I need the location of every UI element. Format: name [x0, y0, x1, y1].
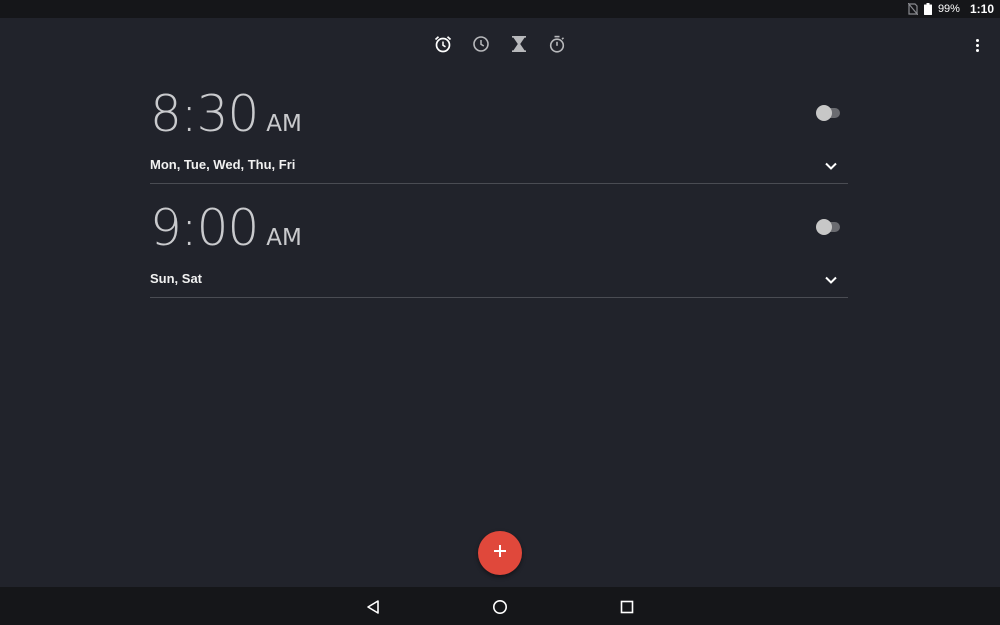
tab-bar — [0, 32, 1000, 58]
battery-percent: 99% — [937, 3, 960, 15]
alarm-time[interactable]: 9:00 AM — [150, 200, 302, 256]
timer-icon — [511, 35, 527, 53]
tab-timer[interactable] — [509, 32, 529, 56]
plus-icon — [493, 544, 507, 563]
status-bar: 99% 1:10 — [0, 0, 1000, 18]
alarm-ampm: AM — [266, 225, 302, 251]
alarm-days: Mon, Tue, Wed, Thu, Fri — [150, 157, 296, 172]
alarm-ampm: AM — [266, 111, 302, 137]
alarm-time[interactable]: 8:30 AM — [150, 86, 302, 142]
alarm-toggle[interactable] — [816, 219, 842, 235]
no-sim-icon — [907, 3, 918, 15]
alarm-icon — [434, 35, 452, 53]
alarm-item[interactable]: 8:30 AM Mon, Tue, Wed, Thu, Fri — [150, 70, 848, 184]
stopwatch-icon — [548, 35, 566, 53]
navigation-bar — [0, 587, 1000, 625]
home-icon[interactable] — [491, 598, 509, 616]
back-icon[interactable] — [364, 598, 382, 616]
alarm-toggle[interactable] — [816, 105, 842, 121]
tab-alarm[interactable] — [433, 32, 453, 56]
battery-icon — [923, 3, 932, 15]
tab-clock[interactable] — [471, 32, 491, 56]
clock-icon — [472, 35, 490, 53]
alarm-time-value: 9:00 — [150, 199, 259, 257]
alarm-item[interactable]: 9:00 AM Sun, Sat — [150, 184, 848, 298]
add-alarm-button[interactable] — [478, 531, 522, 575]
alarm-time-value: 8:30 — [150, 85, 259, 143]
tab-stopwatch[interactable] — [547, 32, 567, 56]
alarm-days: Sun, Sat — [150, 271, 203, 286]
chevron-down-icon[interactable] — [824, 158, 838, 170]
recents-icon[interactable] — [618, 598, 636, 616]
status-time: 1:10 — [969, 2, 994, 16]
chevron-down-icon[interactable] — [824, 272, 838, 284]
overflow-menu-icon[interactable] — [972, 36, 982, 54]
